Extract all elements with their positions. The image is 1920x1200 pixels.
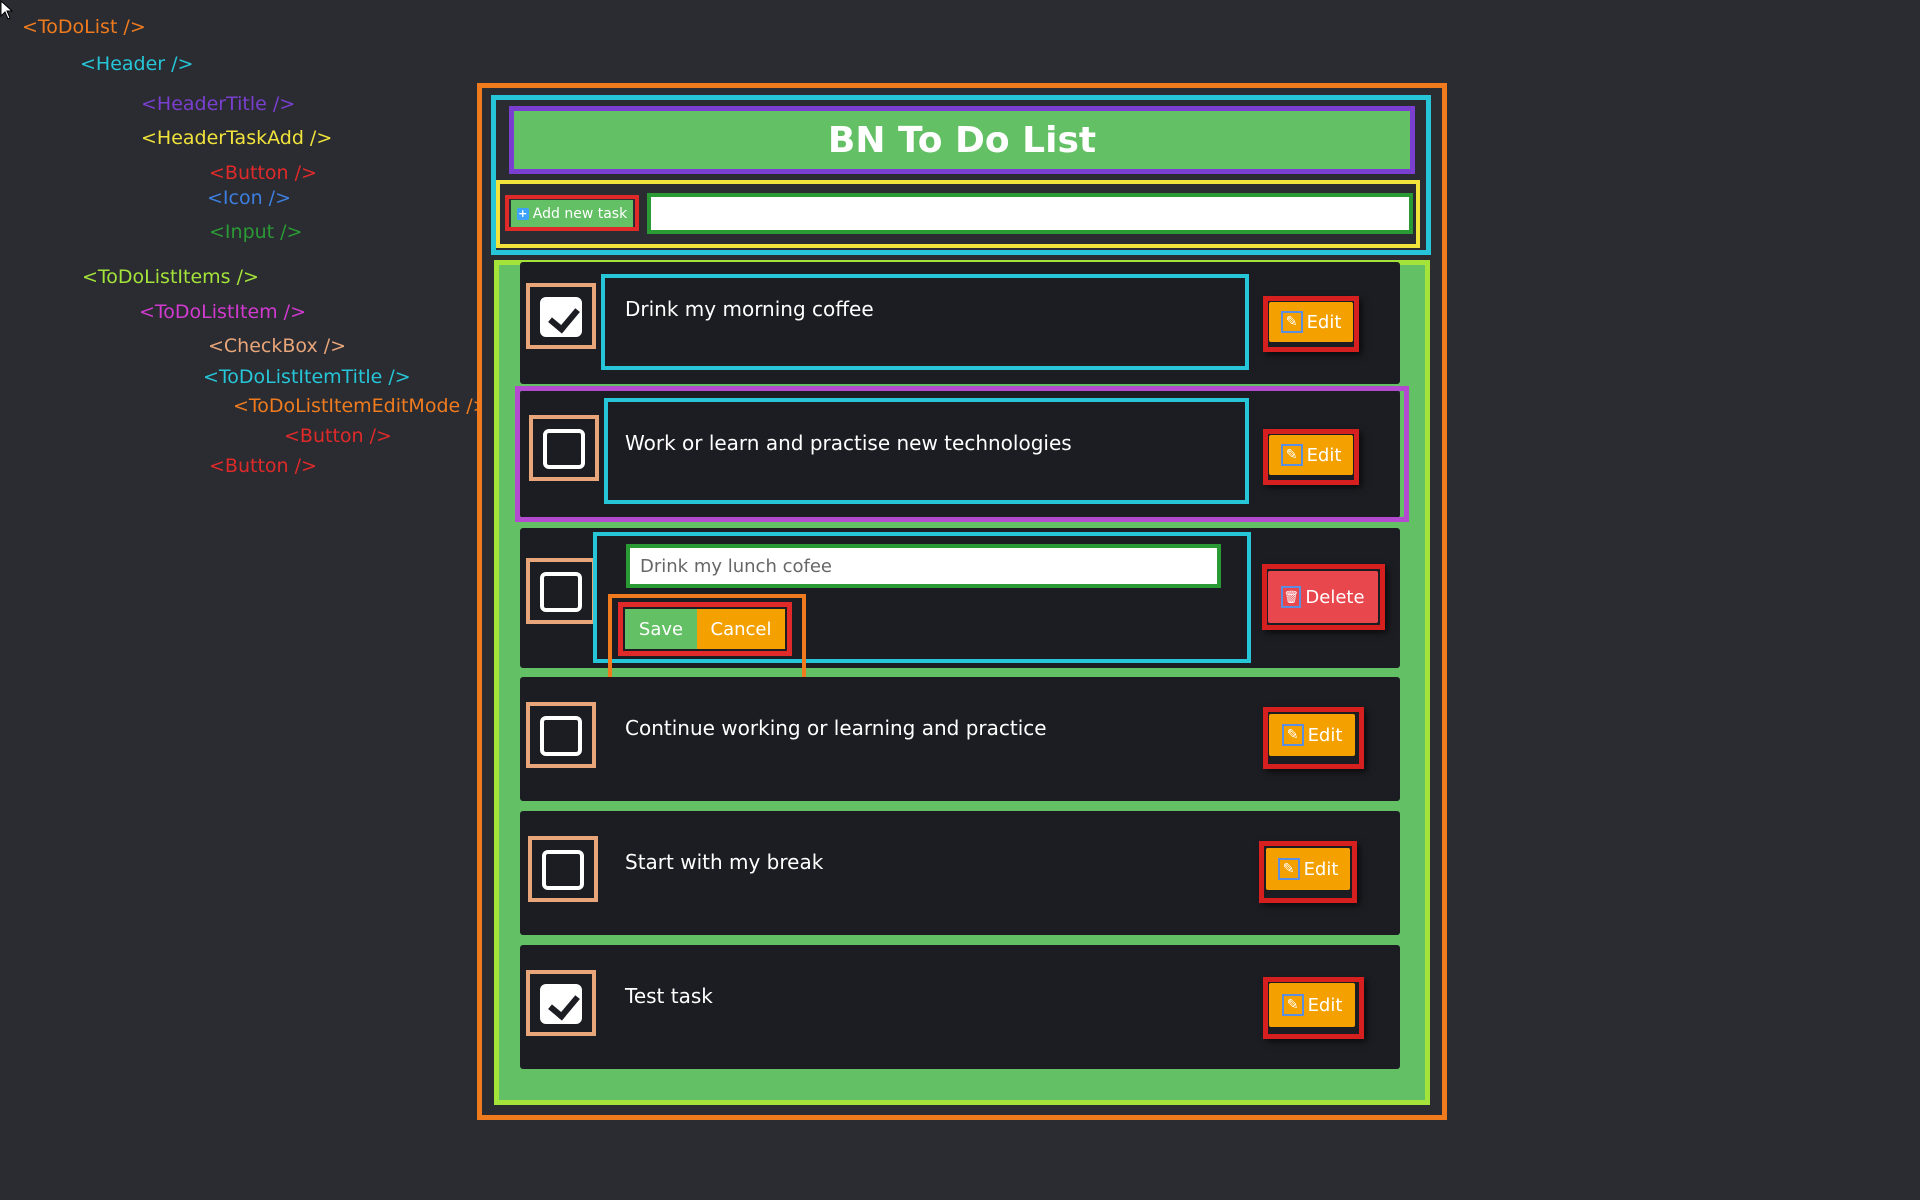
todo-item-title: Work or learn and practise new technolog… xyxy=(625,431,1072,455)
tree-label-todolist: <ToDoList /> xyxy=(22,16,146,38)
edit-button-label: Edit xyxy=(1306,311,1342,333)
tree-label-todolist-item-edit-mode: <ToDoListItemEditMode /> xyxy=(233,395,489,417)
edit-button-label: Edit xyxy=(1306,444,1342,466)
delete-button[interactable]: 🗑 Delete xyxy=(1268,571,1378,623)
checkbox-unchecked-icon[interactable] xyxy=(540,572,582,612)
tree-label-header-title: <HeaderTitle /> xyxy=(141,93,296,115)
trash-icon: 🗑 xyxy=(1281,586,1302,608)
tree-label-icon: <Icon /> xyxy=(207,187,291,209)
edit-button[interactable]: ✎ Edit xyxy=(1266,848,1350,890)
edit-task-input[interactable]: Drink my lunch cofee xyxy=(626,544,1221,588)
checkbox-checked-icon[interactable] xyxy=(540,297,582,337)
tree-label-button-item: <Button /> xyxy=(209,455,317,477)
tree-label-input: <Input /> xyxy=(209,221,303,243)
pencil-icon: ✎ xyxy=(1277,858,1300,880)
edit-button-label: Edit xyxy=(1303,858,1339,880)
edit-button-label: Edit xyxy=(1307,724,1343,746)
tree-label-button-edit-mode: <Button /> xyxy=(284,425,392,447)
pencil-icon: ✎ xyxy=(1280,444,1303,466)
pencil-icon: ✎ xyxy=(1281,994,1304,1016)
mouse-cursor-icon xyxy=(0,0,14,20)
checkbox-frame xyxy=(526,283,596,349)
checkbox-frame xyxy=(528,836,598,902)
tree-label-button: <Button /> xyxy=(209,162,317,184)
edit-button[interactable]: ✎ Edit xyxy=(1269,435,1353,475)
todo-item-title: Continue working or learning and practic… xyxy=(625,716,1047,740)
pencil-icon: ✎ xyxy=(1281,724,1304,746)
todo-item-title: Start with my break xyxy=(625,850,824,874)
tree-label-header: <Header /> xyxy=(80,53,194,75)
edit-button[interactable]: ✎ Edit xyxy=(1269,714,1355,756)
checkbox-frame xyxy=(529,415,599,481)
edit-button-label: Edit xyxy=(1307,994,1343,1016)
header-title: BN To Do List xyxy=(509,106,1415,174)
add-new-task-label: Add new task xyxy=(532,205,628,222)
checkbox-unchecked-icon[interactable] xyxy=(543,429,585,469)
tree-label-todolist-item-title: <ToDoListItemTitle /> xyxy=(203,366,411,388)
tree-label-header-task-add: <HeaderTaskAdd /> xyxy=(141,127,333,149)
checkbox-unchecked-icon[interactable] xyxy=(540,716,582,756)
pencil-icon: ✎ xyxy=(1280,311,1303,333)
todo-item-title: Drink my morning coffee xyxy=(625,297,874,321)
checkbox-frame xyxy=(526,970,596,1036)
cancel-button[interactable]: Cancel xyxy=(697,609,785,649)
checkbox-frame xyxy=(526,558,596,624)
todo-item-title-frame xyxy=(601,274,1249,370)
checkbox-frame xyxy=(526,702,596,768)
delete-button-label: Delete xyxy=(1305,586,1365,608)
tree-label-todolist-item: <ToDoListItem /> xyxy=(139,301,307,323)
save-button[interactable]: Save xyxy=(625,609,697,649)
checkbox-checked-icon[interactable] xyxy=(540,984,582,1024)
edit-button[interactable]: ✎ Edit xyxy=(1269,302,1353,342)
add-task-input[interactable] xyxy=(655,200,1405,227)
todo-item-title: Test task xyxy=(625,984,713,1008)
tree-label-checkbox: <CheckBox /> xyxy=(208,335,347,357)
add-new-task-button[interactable]: + Add new task xyxy=(511,200,633,227)
tree-label-todolist-items: <ToDoListItems /> xyxy=(82,266,259,288)
edit-button[interactable]: ✎ Edit xyxy=(1269,983,1355,1027)
plus-icon: + xyxy=(516,206,529,220)
checkbox-unchecked-icon[interactable] xyxy=(542,850,584,890)
